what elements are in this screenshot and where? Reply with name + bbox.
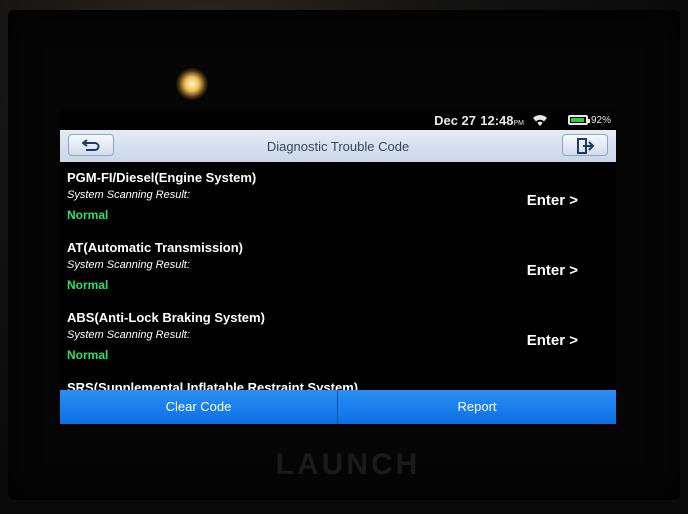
back-arrow-icon xyxy=(82,139,100,151)
scan-result-status: Normal xyxy=(67,208,109,222)
system-name: SRS(Supplemental Inflatable Restraint Sy… xyxy=(67,380,359,390)
battery-tip xyxy=(588,119,590,123)
status-date: Dec 27 xyxy=(434,113,476,128)
scan-result-label: System Scanning Result: xyxy=(67,259,190,271)
exit-icon xyxy=(577,138,595,154)
enter-button[interactable]: Enter > xyxy=(527,332,578,349)
page-title: Diagnostic Trouble Code xyxy=(266,139,410,154)
battery-level-fill xyxy=(571,118,584,122)
report-button[interactable]: Report xyxy=(338,390,616,424)
enter-button[interactable]: Enter > xyxy=(527,192,578,209)
status-time-value: 12:48 xyxy=(480,113,514,128)
scan-result-status: Normal xyxy=(67,278,109,292)
list-item: AT(Automatic Transmission) System Scanni… xyxy=(60,234,616,304)
exit-button[interactable] xyxy=(562,134,608,156)
system-name: PGM-FI/Diesel(Engine System) xyxy=(67,170,257,185)
scan-result-label: System Scanning Result: xyxy=(67,189,190,201)
system-name: ABS(Anti-Lock Braking System) xyxy=(67,310,265,325)
camera-light-glare xyxy=(176,68,208,100)
clear-code-button[interactable]: Clear Code xyxy=(60,390,338,424)
status-ampm: PM xyxy=(513,120,525,127)
back-button[interactable] xyxy=(68,134,114,156)
battery-icon xyxy=(568,115,590,125)
system-name: AT(Automatic Transmission) xyxy=(67,240,244,255)
battery-percent: 92% xyxy=(590,115,611,126)
system-list[interactable]: PGM-FI/Diesel(Engine System) System Scan… xyxy=(60,164,616,390)
title-bar: Diagnostic Trouble Code xyxy=(60,130,616,162)
list-item: PGM-FI/Diesel(Engine System) System Scan… xyxy=(60,164,616,234)
status-bar: Dec 27 12:48PM 92% xyxy=(60,110,616,130)
device-screen: Dec 27 12:48PM 92% Diagnostic Trouble Co… xyxy=(60,110,616,426)
device-brand-logo: LAUNCH xyxy=(275,448,421,481)
status-time: 12:48PM xyxy=(480,113,524,128)
list-item: ABS(Anti-Lock Braking System) System Sca… xyxy=(60,304,616,374)
enter-button[interactable]: Enter > xyxy=(527,262,578,279)
scan-result-label: System Scanning Result: xyxy=(67,329,190,341)
action-bar: Clear Code Report xyxy=(60,390,616,424)
scan-result-status: Normal xyxy=(67,348,109,362)
list-item: SRS(Supplemental Inflatable Restraint Sy… xyxy=(60,374,616,390)
wifi-icon xyxy=(533,115,547,126)
